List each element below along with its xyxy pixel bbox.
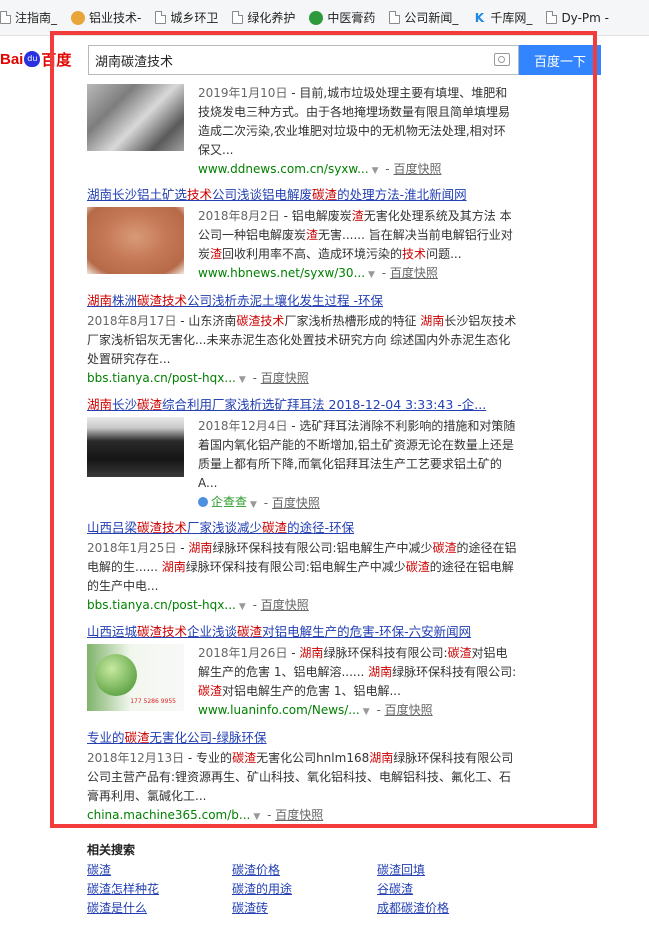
search-button[interactable]: 百度一下 [519, 45, 601, 75]
bookmark-label: 绿化养护 [247, 11, 296, 25]
result-thumbnail[interactable]: 177 5286 9955 [87, 644, 184, 711]
related-search-link[interactable]: 谷碳渣 [377, 881, 522, 898]
bookmark-item[interactable]: 铝业技术- [71, 9, 141, 26]
result-url[interactable]: www.ddnews.com.cn/syxw... [198, 162, 369, 176]
related-search-link[interactable]: 成都碳渣价格 [377, 900, 522, 917]
result-thumbnail[interactable] [87, 417, 184, 477]
result-url-line: www.luaninfo.com/News/... ▼ - 百度快照 [198, 703, 433, 717]
paw-icon: du [24, 51, 41, 67]
related-search-link[interactable]: 碳渣 [87, 862, 232, 879]
dropdown-arrow-icon[interactable]: ▼ [239, 602, 246, 612]
snapshot-link[interactable]: 百度快照 [385, 703, 433, 717]
bookmarks-bar: 注指南_ 铝业技术- 城乡环卫 绿化养护 中医膏药 公司新闻_ K 千库网_ Dy… [0, 0, 649, 36]
related-searches-title: 相关搜索 [87, 843, 136, 857]
snapshot-link[interactable]: 百度快照 [275, 808, 323, 822]
search-result: 湖南长沙碳渣综合利用厂家浅析选矿拜耳法 2018-12-04 3:33:43 -… [87, 396, 517, 514]
bookmark-item[interactable]: 注指南_ [0, 9, 57, 26]
result-abstract: 2018年12月13日 - 专业的碳渣无害化公司hnlm168湖南绿脉环保科技有… [87, 751, 514, 803]
related-search-link[interactable]: 碳渣回填 [377, 862, 522, 879]
qichacha-link[interactable]: 企查查 [198, 493, 247, 511]
snapshot-link[interactable]: 百度快照 [390, 266, 438, 280]
bookmark-item[interactable]: 城乡环卫 [155, 9, 218, 26]
search-result: 山西运城碳渣技术企业浅谈碳渣对铝电解生产的危害-环保-六安新闻网 177 528… [87, 623, 517, 721]
result-title-link[interactable]: 湖南长沙碳渣综合利用厂家浅析选矿拜耳法 2018-12-04 3:33:43 -… [87, 396, 517, 413]
camera-icon[interactable] [494, 53, 510, 66]
result-thumbnail[interactable] [87, 84, 184, 151]
bookmark-label: Dy-Pm - [561, 10, 609, 25]
result-title-link[interactable]: 山西运城碳渣技术企业浅谈碳渣对铝电解生产的危害-环保-六安新闻网 [87, 623, 517, 640]
page-icon [232, 11, 244, 24]
result-abstract: 2019年1月10日 - 目前,城市垃圾处理主要有填埋、堆肥和技烧发电三种方式。… [198, 86, 511, 157]
bookmark-item[interactable]: K 千库网_ [472, 9, 533, 26]
bookmark-item[interactable]: 中医膏药 [309, 9, 375, 26]
bookmark-label: 注指南_ [15, 11, 58, 25]
bookmark-item[interactable]: 绿化养护 [232, 9, 295, 26]
snapshot-link[interactable]: 百度快照 [393, 162, 441, 176]
bookmark-label: 公司新闻_ [404, 11, 459, 25]
related-searches-grid: 碳渣 碳渣价格 碳渣回填 碳渣怎样种花 碳渣的用途 谷碳渣 碳渣是什么 碳渣砖 … [87, 862, 522, 917]
result-abstract: 2018年1月25日 - 湖南绿脉环保科技有限公司:铝电解生产中减少碳渣的途径在… [87, 541, 517, 593]
green-icon [309, 10, 324, 25]
bookmark-label: 千库网_ [490, 11, 533, 25]
search-result: 2019年1月10日 - 目前,城市垃圾处理主要有填埋、堆肥和技烧发电三种方式。… [87, 84, 517, 180]
qichacha-icon [198, 497, 208, 507]
bookmark-label: 铝业技术- [89, 11, 142, 25]
search-input[interactable] [95, 47, 485, 73]
result-abstract: 2018年1月26日 - 湖南绿脉环保科技有限公司:碳渣对铝电解生产的危害 1、… [198, 646, 517, 698]
related-search-link[interactable]: 碳渣砖 [232, 900, 377, 917]
result-title-link[interactable]: 专业的碳渣无害化公司-绿脉环保 [87, 729, 517, 746]
dropdown-arrow-icon[interactable]: ▼ [363, 707, 370, 717]
snapshot-link[interactable]: 百度快照 [261, 371, 309, 385]
related-search-link[interactable]: 碳渣怎样种花 [87, 881, 232, 898]
result-url-line: china.machine365.com/b... ▼ - 百度快照 [87, 808, 324, 822]
result-url[interactable]: www.luaninfo.com/News/... [198, 703, 360, 717]
search-result: 湖南长沙铝土矿选技术公司浅谈铝电解废碳渣的处理方法-淮北新闻网 2018年8月2… [87, 186, 517, 284]
bookmark-label: 中医膏药 [327, 11, 376, 25]
dropdown-arrow-icon[interactable]: ▼ [368, 270, 375, 280]
result-abstract: 2018年8月2日 - 铝电解废炭渣无害化处理系统及其方法 本公司一种铝电解废炭… [198, 209, 513, 261]
result-thumbnail[interactable] [87, 207, 184, 274]
result-title-link[interactable]: 湖南株洲碳渣技术公司浅析赤泥土壤化发生过程 -环保 [87, 292, 517, 309]
k-icon: K [474, 10, 485, 25]
logo-text: 百度 [41, 50, 72, 69]
logo-bai: Bai [0, 50, 24, 68]
search-result: 山西吕梁碳渣技术厂家浅谈减少碳渣的途径-环保 2018年1月25日 - 湖南绿脉… [87, 519, 517, 616]
page-icon [155, 11, 167, 24]
result-url-line: 企查查 ▼ - 百度快照 [198, 493, 517, 514]
bookmark-label: 城乡环卫 [170, 11, 219, 25]
snapshot-link[interactable]: 百度快照 [272, 496, 320, 510]
search-box [88, 45, 519, 75]
page-icon [389, 11, 401, 24]
search-result: 专业的碳渣无害化公司-绿脉环保 2018年12月13日 - 专业的碳渣无害化公司… [87, 729, 517, 826]
globe-icon [95, 654, 137, 696]
dropdown-arrow-icon[interactable]: ▼ [239, 375, 246, 385]
result-title-link[interactable]: 山西吕梁碳渣技术厂家浅谈减少碳渣的途径-环保 [87, 519, 517, 536]
result-abstract: 2018年12月4日 - 选矿拜耳法消除不利影响的措施和对策随着国内氧化铝产能的… [198, 419, 516, 490]
result-title-link[interactable]: 湖南长沙铝土矿选技术公司浅谈铝电解废碳渣的处理方法-淮北新闻网 [87, 186, 517, 203]
result-url[interactable]: www.hbnews.net/syxw/30... [198, 266, 365, 280]
bookmark-item[interactable]: 公司新闻_ [389, 9, 458, 26]
result-url[interactable]: bbs.tianya.cn/post-hqx... [87, 598, 236, 612]
related-search-link[interactable]: 碳渣的用途 [232, 881, 377, 898]
result-abstract: 2018年8月17日 - 山东济南碳渣技术厂家浅析热槽形成的特征 湖南长沙铝灰技… [87, 314, 517, 366]
baidu-logo[interactable]: Bai du 百度 [0, 44, 71, 74]
page-icon [546, 11, 558, 24]
search-result: 湖南株洲碳渣技术公司浅析赤泥土壤化发生过程 -环保 2018年8月17日 - 山… [87, 292, 517, 389]
round-icon [71, 10, 86, 25]
dropdown-arrow-icon[interactable]: ▼ [253, 812, 260, 822]
result-url-line: www.hbnews.net/syxw/30... ▼ - 百度快照 [198, 266, 438, 280]
related-search-link[interactable]: 碳渣是什么 [87, 900, 232, 917]
page-icon [0, 11, 11, 24]
result-url-line: www.ddnews.com.cn/syxw... ▼ - 百度快照 [198, 162, 442, 176]
snapshot-link[interactable]: 百度快照 [261, 598, 309, 612]
dropdown-arrow-icon[interactable]: ▼ [372, 166, 379, 176]
dropdown-arrow-icon[interactable]: ▼ [250, 500, 257, 510]
result-url[interactable]: bbs.tianya.cn/post-hqx... [87, 371, 236, 385]
bookmark-item[interactable]: Dy-Pm - [546, 11, 609, 25]
result-url-line: bbs.tianya.cn/post-hqx... ▼ - 百度快照 [87, 371, 309, 385]
result-url-line: bbs.tianya.cn/post-hqx... ▼ - 百度快照 [87, 598, 309, 612]
related-search-link[interactable]: 碳渣价格 [232, 862, 377, 879]
result-url[interactable]: china.machine365.com/b... [87, 808, 250, 822]
